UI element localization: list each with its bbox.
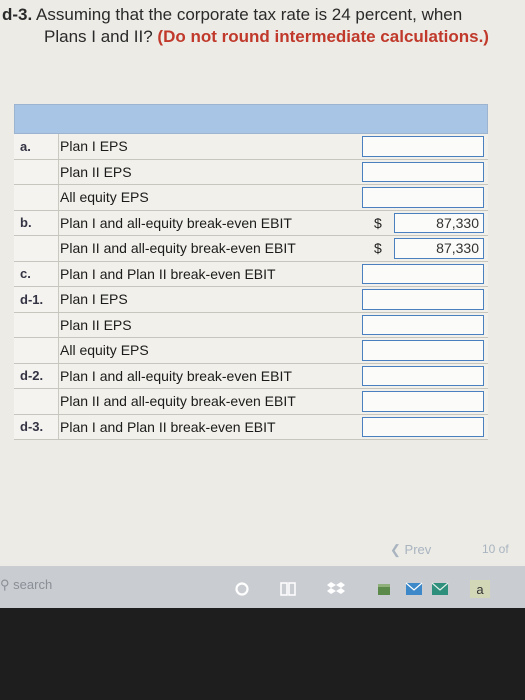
row-label: b.: [14, 210, 59, 235]
table-row: All equity EPS: [14, 338, 488, 364]
answer-input[interactable]: [362, 263, 484, 284]
search-label: search: [13, 577, 53, 592]
answer-input[interactable]: [362, 136, 484, 157]
table-row: Plan II EPS: [14, 312, 488, 338]
answer-input[interactable]: [362, 340, 484, 361]
dollar-sign: $: [374, 214, 382, 231]
table-row: Plan II and all-equity break-even EBIT $8…: [14, 236, 488, 262]
table-header: [14, 104, 488, 134]
answer-input[interactable]: [362, 391, 484, 412]
question-text: d-3. Assuming that the corporate tax rat…: [0, 4, 525, 48]
answer-input[interactable]: 87,330: [394, 212, 484, 233]
file-icon[interactable]: [374, 580, 394, 598]
search-icon: ⚲: [0, 577, 10, 592]
row-description: Plan II EPS: [60, 316, 132, 333]
cortana-icon[interactable]: [232, 580, 252, 598]
question-line-2: Plans I and II? (Do not round intermedia…: [0, 26, 525, 48]
answer-input[interactable]: 87,330: [394, 238, 484, 259]
table-row: c. Plan I and Plan II break-even EBIT: [14, 261, 488, 287]
page-indicator: 10 of: [482, 542, 509, 556]
row-description: Plan I EPS: [60, 138, 128, 155]
row-description: Plan II and all-equity break-even EBIT: [60, 393, 296, 410]
row-description: All equity EPS: [60, 342, 149, 359]
row-label: [14, 312, 59, 337]
table-row: a. Plan I EPS: [14, 134, 488, 160]
answer-input[interactable]: [362, 289, 484, 310]
row-label: [14, 159, 59, 184]
row-description: Plan I and Plan II break-even EBIT: [60, 265, 276, 282]
table-row: Plan II EPS: [14, 159, 488, 185]
row-label: [14, 389, 59, 414]
row-label: c.: [14, 261, 59, 286]
row-description: Plan I and all-equity break-even EBIT: [60, 367, 292, 384]
task-view-icon[interactable]: [278, 580, 298, 598]
monitor-bezel: [0, 608, 525, 700]
answer-input[interactable]: [362, 314, 484, 335]
row-label: [14, 236, 59, 261]
row-label: d-3.: [14, 414, 59, 439]
question-line-1-text: Assuming that the corporate tax rate is …: [36, 5, 463, 24]
taskbar-search[interactable]: ⚲ search: [0, 577, 52, 593]
table-row: d-2. Plan I and all-equity break-even EBI…: [14, 363, 488, 389]
row-label: d-1.: [14, 287, 59, 312]
row-label: [14, 185, 59, 210]
rounding-note: (Do not round intermediate calculations.…: [157, 27, 489, 46]
row-description: Plan II and all-equity break-even EBIT: [60, 240, 296, 257]
answer-input[interactable]: [362, 416, 484, 437]
store-icon[interactable]: [430, 580, 450, 598]
row-label: d-2.: [14, 363, 59, 388]
chevron-left-icon: ❮: [390, 542, 401, 557]
row-description: Plan I EPS: [60, 291, 128, 308]
table-row: d-3. Plan I and Plan II break-even EBIT: [14, 414, 488, 440]
question-line-1: d-3. Assuming that the corporate tax rat…: [0, 4, 525, 26]
row-description: Plan I and Plan II break-even EBIT: [60, 418, 276, 435]
mail-icon[interactable]: [404, 580, 424, 598]
table-row: d-1. Plan I EPS: [14, 287, 488, 313]
answer-table: a. Plan I EPS Plan II EPS All equity EPS b. P…: [14, 104, 488, 440]
prev-label: Prev: [404, 542, 432, 557]
dollar-sign: $: [374, 240, 382, 257]
table-row: b. Plan I and all-equity break-even EBIT $…: [14, 210, 488, 236]
row-description: Plan I and all-equity break-even EBIT: [60, 214, 292, 231]
prev-button[interactable]: ❮ Prev: [390, 542, 431, 558]
row-label: [14, 338, 59, 363]
answer-input[interactable]: [362, 187, 484, 208]
app-a-icon[interactable]: a: [470, 580, 490, 598]
app-a-label: a: [476, 581, 484, 597]
table-row: Plan II and all-equity break-even EBIT: [14, 389, 488, 415]
table-rows: a. Plan I EPS Plan II EPS All equity EPS b. P…: [14, 134, 488, 440]
row-description: Plan II EPS: [60, 163, 132, 180]
dropbox-icon[interactable]: [326, 580, 346, 598]
question-line-2-text: Plans I and II?: [44, 27, 153, 46]
row-label: a.: [14, 134, 59, 159]
answer-input[interactable]: [362, 365, 484, 386]
answer-input[interactable]: [362, 161, 484, 182]
row-description: All equity EPS: [60, 189, 149, 206]
table-row: All equity EPS: [14, 185, 488, 211]
question-number: d-3.: [2, 5, 33, 24]
